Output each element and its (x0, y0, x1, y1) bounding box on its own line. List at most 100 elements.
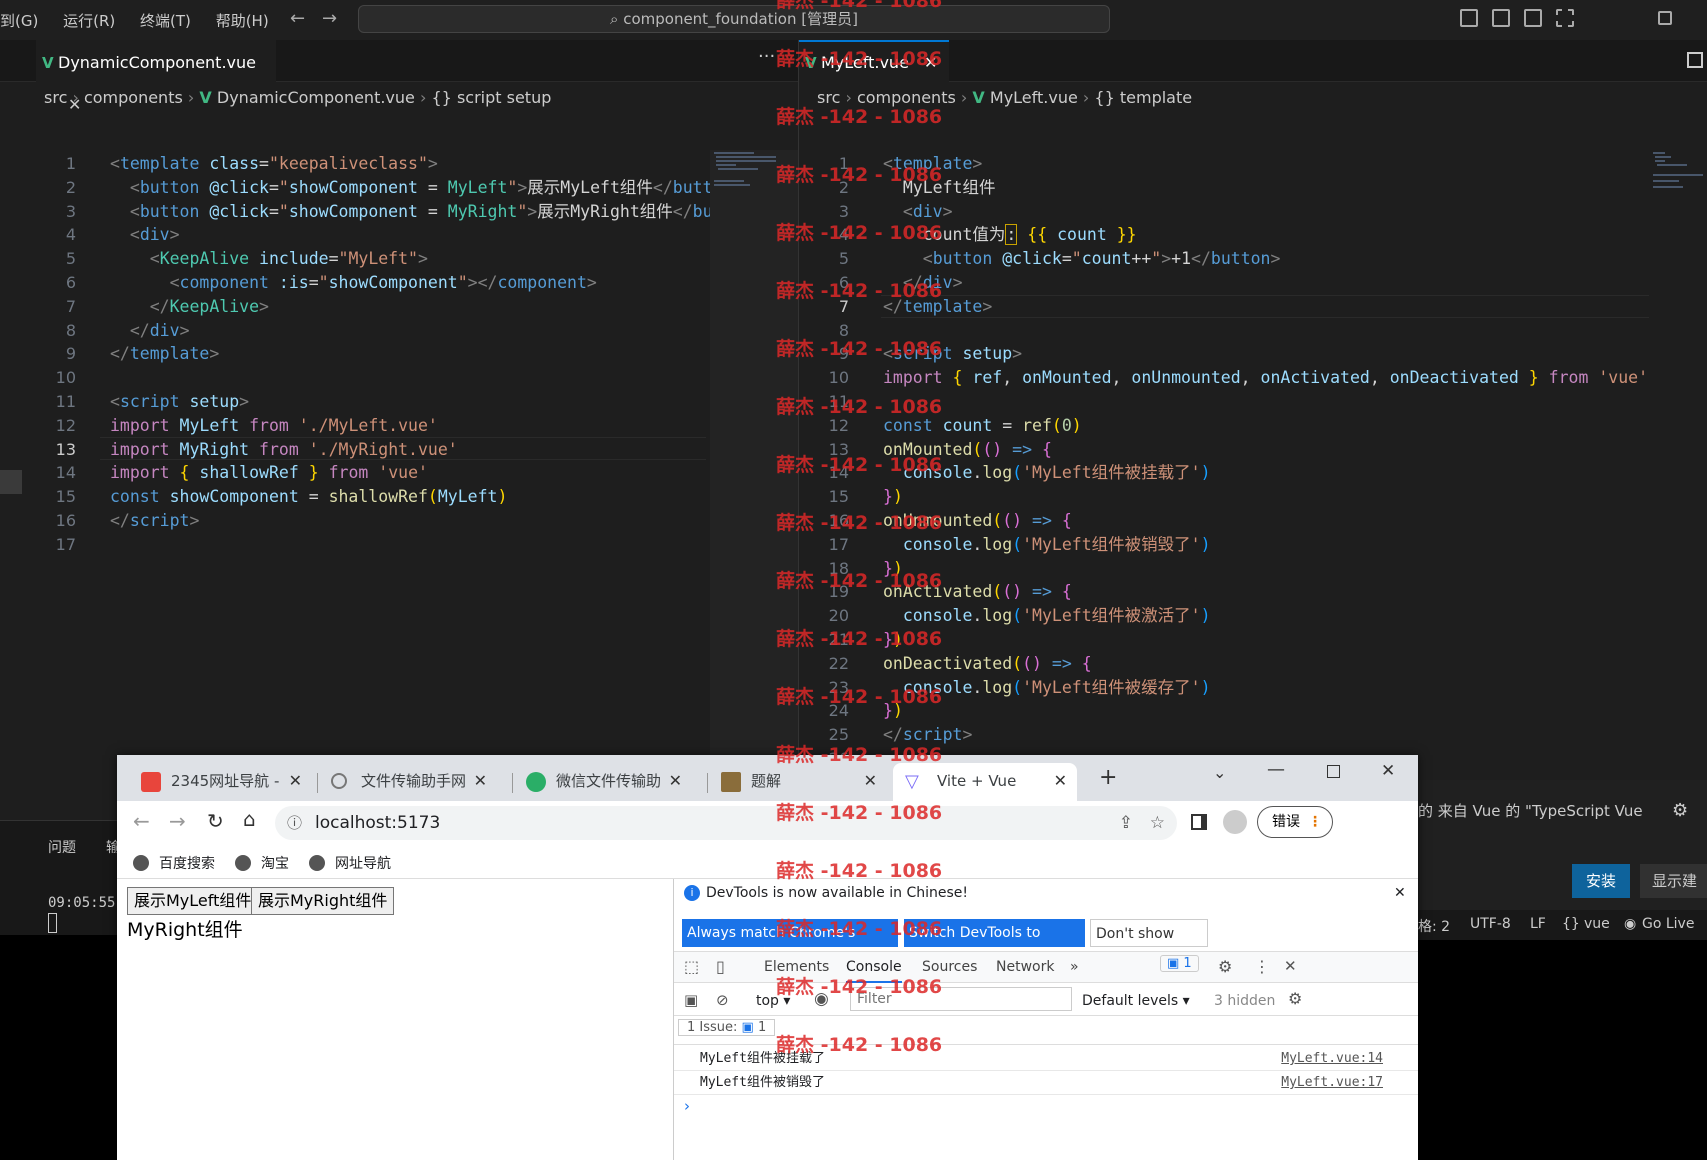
menu-help[interactable]: 帮助(H) (216, 12, 269, 30)
breadcrumb-item[interactable]: src (44, 88, 67, 107)
line-number: 16 (55, 510, 76, 530)
message-icon: ▣ (741, 1020, 754, 1035)
gear-icon[interactable]: ⚙ (1672, 800, 1688, 821)
breadcrumb-item[interactable]: script setup (457, 88, 551, 107)
chrome-tab[interactable]: 2345网址导航 - ✕ (127, 763, 312, 801)
status-encoding[interactable]: UTF-8 (1470, 916, 1511, 932)
watermark-text: 薛杰 -142 - 1086 (776, 396, 943, 418)
new-tab-icon[interactable]: + (1099, 765, 1117, 790)
command-center[interactable]: ⌕ component_foundation [管理员] (358, 5, 1110, 33)
dont-show-button[interactable]: Don't show again (1090, 919, 1208, 970)
breadcrumb-item[interactable]: template (1120, 88, 1192, 107)
chrome-tab[interactable]: 文件传输助手网 ✕ (317, 763, 497, 801)
sidepanel-icon[interactable] (1191, 814, 1207, 830)
maximize-icon[interactable] (1327, 765, 1340, 778)
close-icon[interactable]: ✕ (474, 763, 487, 799)
close-devtools-icon[interactable]: ✕ (1284, 957, 1297, 975)
star-icon[interactable]: ☆ (1150, 806, 1165, 840)
status-indent[interactable]: 格: 2 (1418, 916, 1450, 936)
panel-tab-problems[interactable]: 问题 (48, 837, 76, 857)
bookmark-item[interactable]: 百度搜索 (133, 853, 215, 873)
more-menu-icon: ⋮ (1308, 814, 1322, 830)
forward-arrow-icon[interactable]: → (322, 8, 337, 29)
notification-toast: 的 来自 Vue 的 "TypeScript Vue ⚙ 安装 显示建议 (1418, 780, 1707, 910)
close-icon[interactable]: ✕ (669, 763, 682, 799)
issues-badge[interactable]: ▣ 1 (1160, 955, 1199, 972)
customize-layout-icon[interactable] (1556, 9, 1574, 27)
log-levels-dropdown[interactable]: Default levels ▾ (1082, 993, 1190, 1009)
show-myleft-button[interactable]: 展示MyLeft组件 (127, 887, 259, 915)
close-icon[interactable]: ✕ (289, 763, 302, 799)
log-source-link[interactable]: MyLeft.vue:17 (1281, 1071, 1383, 1095)
device-toolbar-icon[interactable]: ▯ (716, 957, 725, 976)
close-icon[interactable]: ✕ (864, 763, 877, 799)
menu-go[interactable]: 到(G) (0, 12, 38, 30)
home-icon[interactable]: ⌂ (243, 807, 256, 831)
inspect-icon[interactable]: ⬚ (684, 957, 699, 976)
chrome-tab-strip: 2345网址导航 - ✕ 文件传输助手网 ✕ 微信文件传输助 ✕ 题解 ✕ ▽ … (117, 755, 1418, 801)
wechat-icon (526, 772, 546, 792)
tab-search-icon[interactable]: ⌄ (1213, 763, 1226, 782)
log-message: MyLeft组件被销毁了 (700, 1075, 825, 1090)
show-recommendations-button[interactable]: 显示建议 (1640, 864, 1707, 898)
minimize-icon[interactable]: — (1267, 759, 1285, 780)
log-levels-label: Default levels (1082, 993, 1179, 1009)
chrome-tab[interactable]: 题解 ✕ (707, 763, 887, 801)
line-number: 5 (838, 249, 849, 269)
watermark-text: 薛杰 -142 - 1086 (776, 280, 943, 302)
menu-terminal[interactable]: 终端(T) (140, 12, 191, 30)
close-icon[interactable]: ✕ (1394, 885, 1406, 901)
tab-network[interactable]: Network (996, 959, 1054, 975)
bookmark-item[interactable]: 网址导航 (309, 853, 391, 873)
code-left[interactable]: <template class="keepaliveclass"> <butto… (110, 152, 710, 533)
minimap-right[interactable] (1649, 150, 1707, 780)
close-window-icon[interactable]: ✕ (1381, 761, 1395, 781)
status-language[interactable]: vue (1584, 916, 1610, 932)
forward-icon[interactable]: → (169, 809, 186, 833)
info-icon[interactable]: ⓘ (287, 806, 302, 840)
code-right[interactable]: <template> MyLeft组件 <div> count值为: {{ co… (883, 152, 1653, 747)
toggle-secondary-sidebar-icon[interactable] (1524, 9, 1542, 27)
console-settings-icon[interactable]: ⚙ (1288, 989, 1302, 1008)
more-tabs-icon[interactable]: » (1070, 959, 1079, 975)
breadcrumb-item[interactable]: components (84, 88, 183, 107)
status-golive[interactable]: Go Live (1642, 916, 1694, 932)
gear-icon[interactable]: ⚙ (1218, 957, 1232, 976)
chrome-tab-active[interactable]: ▽ Vite + Vue ✕ (893, 763, 1077, 801)
bookmark-label: 百度搜索 (159, 856, 215, 872)
close-icon[interactable]: ✕ (1054, 763, 1067, 799)
sidebar-toggle-icon[interactable]: ▣ (684, 991, 698, 1009)
maximize-icon[interactable] (1658, 11, 1672, 25)
watermark-text: 薛杰 -142 - 1086 (776, 512, 943, 534)
bookmark-item[interactable]: 淘宝 (235, 853, 289, 873)
more-menu-icon[interactable]: ⋮ (1254, 957, 1270, 976)
status-eol[interactable]: LF (1530, 916, 1546, 932)
chrome-tab[interactable]: 微信文件传输助 ✕ (512, 763, 692, 801)
split-editor-icon[interactable] (1687, 52, 1703, 68)
line-number: 10 (55, 368, 76, 388)
console-prompt-icon[interactable]: › (684, 1097, 690, 1115)
address-bar[interactable]: ⓘ localhost:5173 ⇪ ☆ (275, 806, 1177, 840)
clear-console-icon[interactable]: ⊘ (716, 991, 729, 1009)
show-myright-button[interactable]: 展示MyRight组件 (251, 887, 395, 915)
toggle-panel-icon[interactable] (1492, 9, 1510, 27)
tab-dynamiccomponent[interactable]: V DynamicComponent.vue ✕ (36, 40, 276, 114)
more-actions-icon[interactable]: ··· (758, 46, 775, 67)
breadcrumb-item[interactable]: DynamicComponent.vue (217, 88, 415, 107)
error-button[interactable]: 错误 ⋮ (1257, 806, 1333, 838)
install-button[interactable]: 安装 (1572, 864, 1630, 898)
breadcrumb-item[interactable]: MyLeft.vue (990, 88, 1078, 107)
error-button-label: 错误 (1272, 814, 1300, 830)
reload-icon[interactable]: ↻ (207, 809, 224, 833)
issues-link[interactable]: 1 Issue: ▣ 1 (678, 1019, 776, 1036)
menu-run[interactable]: 运行(R) (63, 12, 115, 30)
back-arrow-icon[interactable]: ← (290, 8, 305, 29)
back-icon[interactable]: ← (133, 809, 150, 833)
braces-icon: {} (1094, 88, 1115, 107)
toggle-sidebar-icon[interactable] (1460, 9, 1478, 27)
log-source-link[interactable]: MyLeft.vue:14 (1281, 1047, 1383, 1071)
globe-icon (235, 855, 251, 871)
chrome-toolbar: ← → ↻ ⌂ ⓘ localhost:5173 ⇪ ☆ 错误 ⋮ (117, 801, 1418, 845)
share-icon[interactable]: ⇪ (1119, 806, 1133, 840)
avatar[interactable] (1223, 810, 1247, 834)
